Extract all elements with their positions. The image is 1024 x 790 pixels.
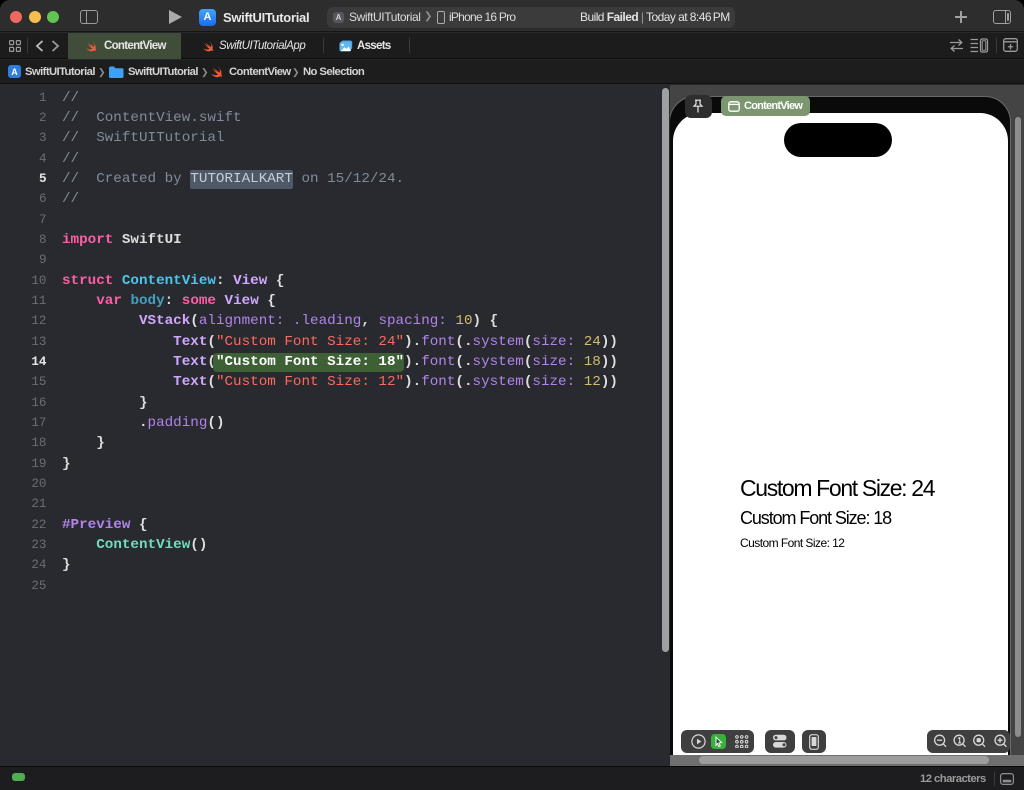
- svg-text:A: A: [11, 67, 18, 77]
